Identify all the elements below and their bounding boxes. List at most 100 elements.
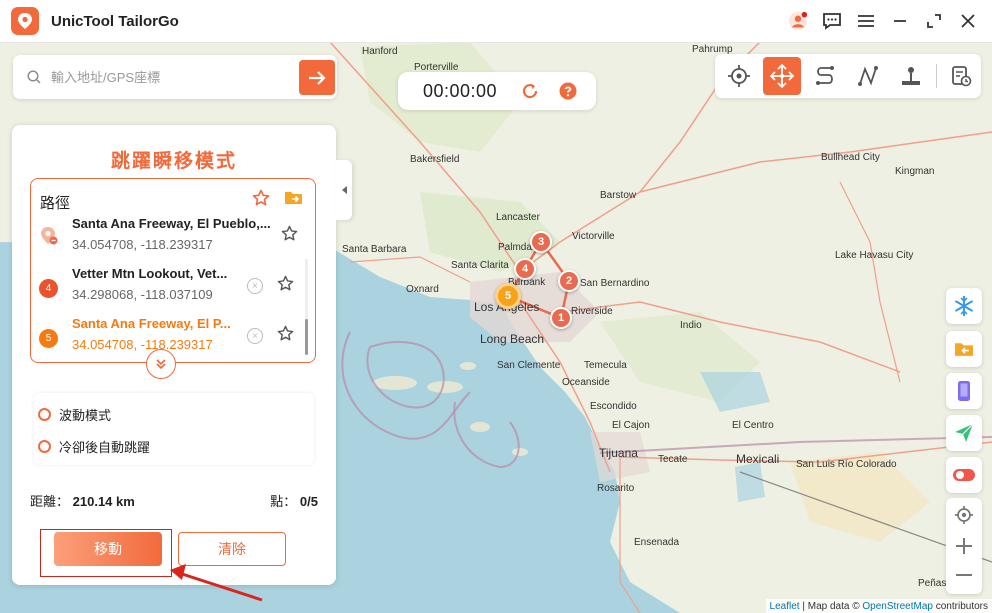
panel-title: 跳躍瞬移模式 (110, 151, 237, 172)
auto-jump-label: 冷卻後自動跳躍 (59, 440, 151, 455)
help-icon[interactable] (559, 82, 577, 100)
map-label: Lancaster (496, 212, 540, 223)
zoom-out-icon[interactable] (946, 560, 982, 590)
folder-import-icon (955, 343, 973, 356)
wave-mode-option[interactable]: 波動模式 (38, 405, 111, 424)
caret-left-icon (342, 186, 347, 194)
multi-spot-mode-button[interactable] (849, 57, 887, 95)
locate-me-icon[interactable] (946, 500, 982, 530)
zoom-in-icon[interactable] (946, 531, 982, 561)
double-chevron-down-icon (156, 359, 166, 370)
arrow-right-icon (309, 70, 326, 85)
navigate-button[interactable] (946, 415, 982, 451)
wave-mode-radio[interactable] (38, 408, 51, 421)
attribution-suffix: contributors (932, 600, 988, 612)
route-marker-5-current[interactable]: 5 (495, 283, 521, 309)
route-item[interactable]: 4 Vetter Mtn Lookout, Vet... 34.298068, … (31, 263, 301, 311)
expand-list-button[interactable] (146, 349, 176, 379)
map-label: Tecate (658, 454, 688, 465)
favorite-route-icon[interactable] (252, 189, 270, 207)
route-marker-4[interactable]: 4 (514, 258, 536, 280)
star-icon[interactable] (281, 225, 298, 247)
delete-item-icon[interactable]: × (247, 328, 263, 344)
minimize-icon[interactable] (890, 11, 910, 31)
user-avatar-icon[interactable] (788, 11, 808, 31)
jump-teleport-panel: 跳躍瞬移模式 路徑 Santa Ana Freeway, El Pueblo,.… (12, 125, 336, 585)
feedback-icon[interactable] (822, 11, 842, 31)
map-label: Oxnard (406, 284, 439, 295)
map-label: San Clemente (497, 360, 561, 371)
route-label: 路徑 (40, 195, 71, 212)
map-label: Santa Barbara (342, 244, 407, 255)
import-gpx-button[interactable] (946, 331, 982, 367)
annotation-arrow (170, 564, 263, 602)
map-label: Escondido (590, 401, 637, 412)
route-marker-3[interactable]: 3 (530, 231, 552, 253)
route-item-name: Santa Ana Freeway, El Pueblo,... (72, 216, 270, 231)
route-marker-1[interactable]: 1 (550, 307, 572, 329)
map-label: Indio (680, 320, 702, 331)
delete-item-icon[interactable]: × (247, 278, 263, 294)
search-box (13, 55, 337, 99)
map-label: Tijuana (599, 446, 638, 460)
distance-stat: 距離： 210.14 km (30, 491, 135, 510)
toggle-icon (953, 469, 975, 481)
freeze-button[interactable] (946, 288, 982, 324)
route-item[interactable]: Santa Ana Freeway, El Pueblo,... 34.0547… (31, 213, 301, 261)
snowflake-icon (954, 296, 974, 316)
toolbar-divider (936, 64, 937, 88)
options-box: 波動模式 冷卻後自動跳躍 (34, 393, 314, 465)
phone-icon (958, 381, 970, 401)
joystick-mode-button[interactable] (892, 57, 930, 95)
map-label: Barstow (600, 190, 637, 201)
refresh-icon[interactable] (521, 82, 539, 100)
auto-jump-option[interactable]: 冷卻後自動跳躍 (38, 437, 150, 456)
route-item-name: Santa Ana Freeway, El P... (72, 316, 231, 331)
route-list: 路徑 Santa Ana Freeway, El Pueblo,... 34.0… (30, 178, 316, 363)
history-button[interactable] (942, 57, 980, 95)
map-label: Bullhead City (821, 152, 880, 163)
leaflet-link[interactable]: Leaflet (770, 601, 800, 612)
auto-jump-radio[interactable] (38, 440, 51, 453)
map-label: Temecula (584, 360, 627, 371)
device-button[interactable] (946, 373, 982, 409)
map-label: Ensenada (634, 537, 680, 548)
route-marker-2[interactable]: 2 (558, 270, 580, 292)
route-item-coords: 34.298068, -118.037109 (72, 287, 213, 302)
crosshair-icon (728, 65, 750, 87)
toggle-button[interactable] (946, 457, 982, 493)
two-spot-mode-button[interactable] (806, 57, 844, 95)
points-value: 0/5 (299, 494, 318, 509)
map-label: Peñas (918, 578, 947, 589)
teleport-mode-button[interactable] (720, 57, 758, 95)
menu-icon[interactable] (856, 11, 876, 31)
scrollbar-thumb[interactable] (305, 319, 308, 355)
map-attribution: Leaflet | Map data © OpenStreetMap contr… (765, 599, 992, 613)
map-label: Bakersfield (410, 154, 460, 165)
map-label: San Bernardino (580, 278, 650, 289)
app-title: UnicTool TailorGo (51, 12, 179, 30)
map-label: Mexicali (736, 452, 780, 466)
move-button[interactable]: 移動 (54, 532, 162, 566)
map-label: Rosarito (597, 483, 635, 494)
collapse-panel-button[interactable] (336, 160, 352, 220)
map-label: Long Beach (480, 332, 545, 346)
map-label: Victorville (572, 231, 615, 242)
jump-teleport-mode-button[interactable] (763, 57, 801, 95)
map-label: Kingman (895, 166, 935, 177)
close-icon[interactable] (958, 11, 978, 31)
search-input[interactable] (49, 68, 293, 86)
star-icon[interactable] (277, 275, 294, 297)
title-bar: UnicTool TailorGo (0, 0, 992, 43)
map-label: Riverside (571, 306, 613, 317)
osm-link[interactable]: OpenStreetMap (862, 601, 933, 612)
import-folder-icon[interactable] (284, 189, 303, 207)
zoom-controls (946, 498, 982, 594)
timer-box: 00:00:00 (398, 72, 596, 110)
map-label: Oceanside (562, 377, 610, 388)
map-label: El Cajon (612, 420, 650, 431)
star-icon[interactable] (277, 325, 294, 347)
search-go-button[interactable] (299, 60, 335, 95)
maximize-icon[interactable] (924, 11, 944, 31)
map-label: El Centro (732, 420, 774, 431)
